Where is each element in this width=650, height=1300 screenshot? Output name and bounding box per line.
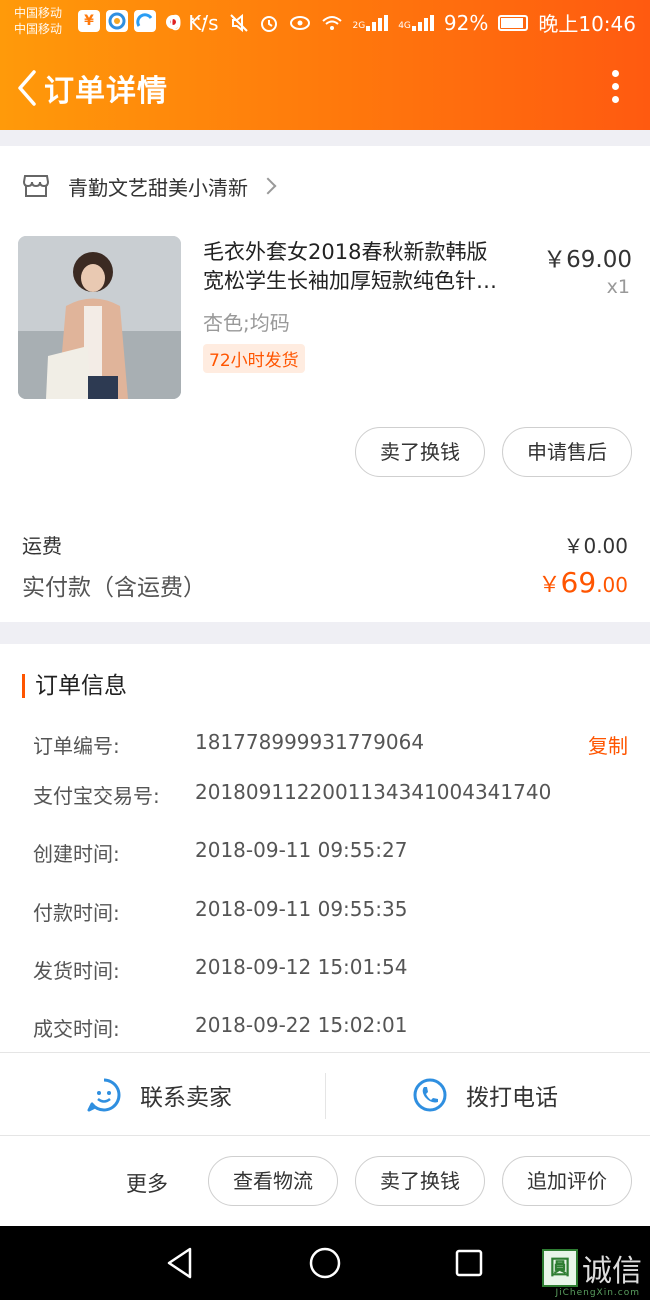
- recents-square-icon[interactable]: [454, 1248, 484, 1278]
- app-icon: [134, 10, 156, 32]
- signal-2: 4G: [398, 14, 434, 31]
- product-image[interactable]: [18, 236, 181, 399]
- product-name[interactable]: 毛衣外套女2018春秋新款韩版 宽松学生长袖加厚短款纯色针…: [203, 238, 533, 296]
- alipay-trade-value: 2018091122001134341004341740: [195, 780, 552, 804]
- paid-amount-value: ￥69.00: [539, 566, 628, 599]
- paid-currency: ￥: [538, 573, 561, 598]
- back-triangle-icon[interactable]: [164, 1246, 196, 1280]
- page-title: 订单详情: [44, 74, 168, 109]
- browser-app-icon: [106, 10, 128, 32]
- status-bar: 中国移动 中国移动 ¥ ··· 0 K/s 2G 4G 92% 晚上10:46: [0, 0, 650, 46]
- signal-2-label: 4G: [398, 20, 411, 31]
- chevron-right-icon: [259, 177, 277, 195]
- order-number-label: 订单编号:: [33, 734, 120, 758]
- paid-amount-label: 实付款（含运费）: [22, 575, 206, 601]
- more-button[interactable]: 更多: [126, 1168, 168, 1198]
- paid-time-value: 2018-09-11 09:55:35: [195, 897, 408, 921]
- product-price: ￥69.00: [543, 247, 632, 273]
- after-sale-button[interactable]: 申请售后: [502, 427, 632, 477]
- alipay-trade-label: 支付宝交易号:: [33, 784, 160, 808]
- eye-icon: [289, 15, 310, 30]
- watermark-logo: 圓 诚信: [542, 1246, 642, 1290]
- product-quantity: x1: [606, 276, 630, 298]
- navigation-bar: 订单详情: [0, 46, 650, 130]
- wifi-icon: [321, 15, 342, 30]
- clock: 晚上10:46: [538, 12, 636, 36]
- carrier-info: 中国移动 中国移动: [14, 5, 62, 37]
- call-phone-button[interactable]: 拨打电话: [412, 1053, 558, 1137]
- add-review-button[interactable]: 追加评价: [502, 1156, 632, 1206]
- signal-1-label: 2G: [352, 20, 366, 31]
- chevron-left-icon[interactable]: [12, 68, 42, 108]
- battery-percent: 92%: [443, 10, 489, 35]
- watermark-text: 诚信: [582, 1254, 642, 1289]
- product-name-line-1[interactable]: 毛衣外套女2018春秋新款韩版: [203, 238, 533, 267]
- carrier-2: 中国移动: [14, 22, 63, 36]
- created-time-value: 2018-09-11 09:55:27: [195, 838, 408, 862]
- signal-1: 2G: [352, 14, 389, 31]
- bottom-action-bar: 更多 查看物流 卖了换钱 追加评价: [0, 1136, 650, 1226]
- status-right: 0 K/s 2G 4G 92% 晚上10:46: [169, 8, 636, 37]
- contact-seller-button[interactable]: 联系卖家: [86, 1053, 232, 1137]
- phone-icon: [413, 1078, 447, 1112]
- carrier-1: 中国移动: [14, 6, 63, 20]
- system-navigation-bar: 圓 诚信 JiChengXin.com: [0, 1226, 650, 1300]
- contact-divider: [325, 1073, 326, 1119]
- product-spec: 杏色;均码: [203, 311, 290, 335]
- paid-time-label: 付款时间:: [33, 901, 120, 925]
- created-time-label: 创建时间:: [33, 842, 120, 866]
- sell-again-button[interactable]: 卖了换钱: [355, 1156, 485, 1206]
- sell-button[interactable]: 卖了换钱: [355, 427, 485, 477]
- view-logistics-button[interactable]: 查看物流: [208, 1156, 338, 1206]
- shipping-tag: 72小时发货: [203, 344, 305, 373]
- deal-time-value: 2018-09-22 15:02:01: [195, 1013, 408, 1037]
- signal-1-icon: [366, 14, 389, 31]
- shipping-fee-label: 运费: [22, 534, 62, 558]
- order-number-value: 181778999931779064: [195, 730, 425, 754]
- chat-bubble-icon: [87, 1078, 121, 1112]
- home-circle-icon[interactable]: [308, 1246, 342, 1280]
- order-info-card: 订单信息 订单编号: 181778999931779064 复制 支付宝交易号:…: [0, 644, 650, 1052]
- shop-row[interactable]: 青勤文艺甜美小清新: [22, 168, 277, 204]
- shipped-time-value: 2018-09-12 15:01:54: [195, 955, 408, 979]
- watermark-sub: JiChengXin.com: [555, 1288, 640, 1298]
- watermark-mark: 圓: [542, 1249, 578, 1287]
- order-info-title: 订单信息: [22, 674, 127, 698]
- net-speed: 0 K/s: [169, 10, 219, 35]
- product-name-line-2[interactable]: 宽松学生长袖加厚短款纯色针…: [203, 267, 533, 296]
- paid-decimal: .00: [596, 573, 628, 597]
- contact-seller-label[interactable]: 联系卖家: [140, 1078, 232, 1112]
- store-icon: [22, 175, 50, 197]
- header-bar: 中国移动 中国移动 ¥ ··· 0 K/s 2G 4G 92% 晚上10:46 …: [0, 0, 650, 130]
- copy-button[interactable]: 复制: [588, 730, 628, 759]
- deal-time-label: 成交时间:: [33, 1017, 120, 1041]
- payment-app-icon: ¥: [78, 10, 100, 32]
- shipped-time-label: 发货时间:: [33, 959, 120, 983]
- mute-icon: [229, 13, 248, 32]
- shop-name[interactable]: 青勤文艺甜美小清新: [68, 172, 248, 201]
- signal-2-icon: [411, 14, 434, 31]
- battery-icon: [498, 14, 529, 31]
- shipping-fee-value: ￥0.00: [563, 534, 628, 558]
- call-phone-label[interactable]: 拨打电话: [466, 1078, 558, 1112]
- contact-bar: 联系卖家 拨打电话: [0, 1052, 650, 1136]
- alarm-icon: [260, 15, 277, 32]
- paid-integer: 69: [560, 566, 597, 599]
- more-vertical-icon[interactable]: [610, 70, 620, 104]
- order-item-card: 青勤文艺甜美小清新 毛衣外套女2018春秋新款韩版 宽松学生长袖加厚短款纯色针……: [0, 146, 650, 622]
